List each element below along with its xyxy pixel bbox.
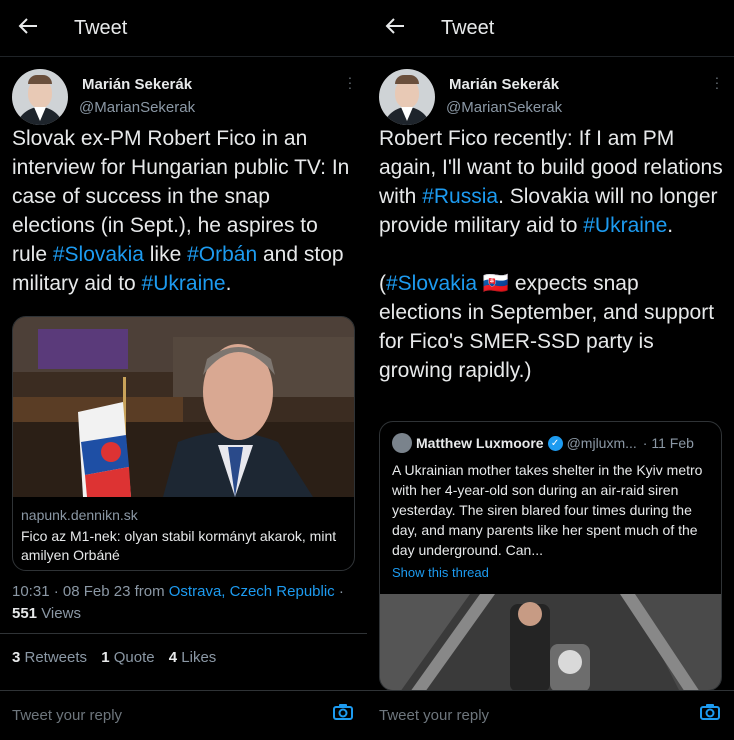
link-card-domain: napunk.dennikn.sk [21,507,138,523]
author-name[interactable]: Marián Sekerák [449,76,559,93]
views-number: 551 [12,605,38,622]
text-part: like [143,243,188,266]
avatar[interactable] [12,69,68,125]
tweet-text: Robert Fico recently: If I am PM again, … [379,124,724,385]
quoted-author-name: Matthew Luxmoore [416,435,544,451]
engagement-stats: 3 Retweets 1 Quote 4 Likes [12,649,226,666]
quoted-tweet[interactable]: Matthew Luxmoore ✓ @mjluxm... · 11 Feb A… [379,421,722,691]
text-part: . [667,214,674,237]
hashtag-link[interactable]: #Ukraine [583,214,667,237]
hashtag-link[interactable]: #Slovakia [386,272,477,295]
reply-input[interactable]: Tweet your reply [12,707,122,724]
back-arrow-icon[interactable] [18,15,38,41]
page-title: Tweet [441,16,495,39]
text-part: . [225,272,232,295]
hashtag-link[interactable]: #Slovakia [53,243,144,266]
quoted-author-handle: @mjluxm... [566,435,637,451]
reply-bar: Tweet your reply [0,690,367,740]
avatar [392,433,412,453]
top-bar: Tweet [0,0,367,57]
camera-icon[interactable] [333,704,353,720]
tweet-timestamp: 10:31 · 08 Feb 23 from Ostrava, Czech Re… [12,583,344,600]
author-name[interactable]: Marián Sekerák [82,76,192,93]
tweet-author: Marián Sekerák @MarianSekerak · · · [379,69,722,125]
verified-icon: ✓ [547,435,563,451]
hashtag-link[interactable]: #Russia [422,185,498,208]
tweet-text: Slovak ex-PM Robert Fico in an interview… [12,124,357,298]
tweet-paragraph: Robert Fico recently: If I am PM again, … [379,124,724,240]
reply-input[interactable]: Tweet your reply [379,707,489,724]
text-part: ( [379,272,386,295]
quoted-date: · 11 Feb [642,435,694,451]
author-handle[interactable]: @MarianSekerak [446,99,562,116]
quoted-tweet-image[interactable] [380,594,721,690]
author-handle[interactable]: @MarianSekerak [79,99,195,116]
timestamp-suffix: · [334,583,344,600]
hashtag-link[interactable]: #Ukraine [142,272,226,295]
location-link[interactable]: Ostrava, Czech Republic [169,583,335,600]
reply-bar: Tweet your reply [367,690,734,740]
show-thread-link[interactable]: Show this thread [392,565,489,580]
quoted-tweet-header: Matthew Luxmoore ✓ @mjluxm... · 11 Feb [392,433,711,453]
tweet-paragraph: (#Slovakia 🇸🇰 expects snap elections in … [379,269,724,385]
divider [0,633,367,634]
quoted-tweet-text: A Ukrainian mother takes shelter in the … [392,462,703,558]
avatar[interactable] [379,69,435,125]
views-label: Views [37,605,81,622]
camera-icon[interactable] [700,704,720,720]
link-card-image [13,317,354,497]
left-tweet-pane: Tweet Marián Sekerák @MarianSekerak · · · … [0,0,367,740]
views-count: 551 Views [12,605,81,622]
link-card-meta: napunk.dennikn.sk Fico az M1-nek: olyan … [21,507,346,565]
link-card[interactable]: napunk.dennikn.sk Fico az M1-nek: olyan … [12,316,355,571]
page-title: Tweet [74,16,128,39]
retweets-stat[interactable]: 3 Retweets [12,649,87,666]
back-arrow-icon[interactable] [385,15,405,41]
hashtag-link[interactable]: #Orbán [187,243,257,266]
top-bar: Tweet [367,0,734,57]
quotes-stat[interactable]: 1 Quote [101,649,154,666]
more-options-icon[interactable]: · · · [712,70,722,94]
likes-stat[interactable]: 4 Likes [169,649,217,666]
link-card-title: Fico az M1-nek: olyan stabil kormányt ak… [21,528,337,563]
more-options-icon[interactable]: · · · [345,70,355,94]
tweet-author: Marián Sekerák @MarianSekerak · · · [12,69,355,125]
timestamp-text: 10:31 · 08 Feb 23 from [12,583,165,600]
